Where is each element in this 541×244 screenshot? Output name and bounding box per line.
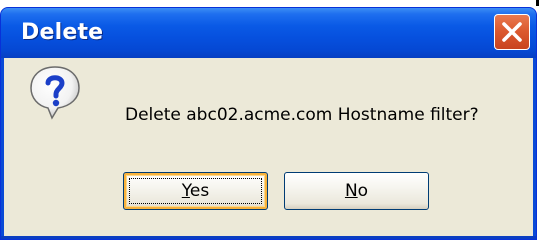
close-button[interactable]: [494, 14, 530, 50]
close-x-icon: [502, 22, 522, 42]
no-label-rest: o: [357, 181, 369, 201]
window-title: Delete: [21, 20, 104, 45]
no-mnemonic: N: [344, 181, 358, 201]
yes-mnemonic: Y: [181, 181, 190, 201]
yes-button-label: Yes: [182, 181, 209, 201]
no-button[interactable]: No: [284, 172, 429, 210]
screen-edge-mark: [536, 0, 539, 6]
no-button-label: No: [345, 181, 368, 201]
window-bottom-border: [1, 236, 536, 239]
yes-label-rest: es: [189, 181, 210, 201]
question-icon: [30, 66, 80, 120]
title-bar[interactable]: Delete: [1, 8, 536, 58]
dialog-body: [4, 58, 533, 237]
dialog-message: Delete abc02.acme.com Hostname filter?: [125, 105, 479, 125]
yes-button[interactable]: Yes: [123, 172, 268, 210]
